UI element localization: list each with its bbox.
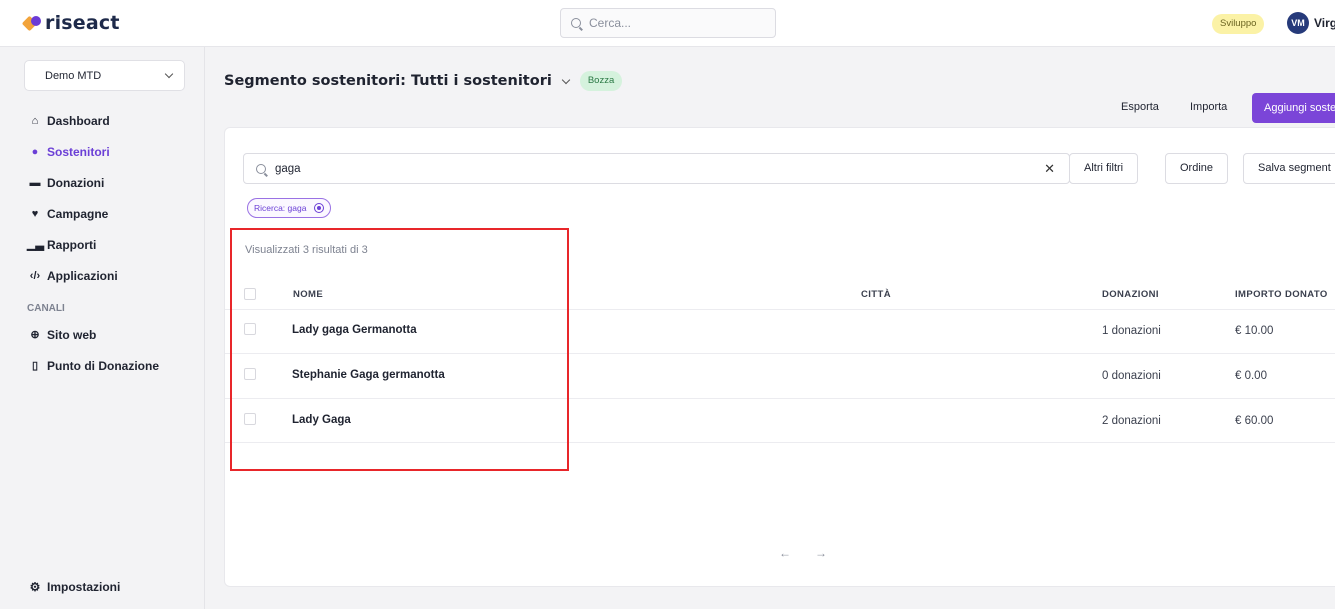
previous-page-button[interactable]: ←: [779, 546, 791, 560]
sidebar-item-campagne[interactable]: ♥ Campagne: [27, 198, 159, 229]
channels-section-label: CANALI: [27, 303, 65, 314]
supporter-amount: € 0.00: [1235, 370, 1267, 382]
sidebar-item-label: Dashboard: [47, 113, 110, 128]
sidebar-item-applicazioni[interactable]: ‹/› Applicazioni: [27, 260, 159, 291]
environment-badge: Sviluppo: [1212, 14, 1265, 34]
heart-icon: ♥: [31, 207, 39, 220]
organization-name: Demo MTD: [45, 69, 102, 82]
chart-icon: ▁▃: [27, 239, 44, 251]
chevron-down-icon: [164, 69, 174, 79]
globe-icon: ⊕: [30, 329, 40, 341]
sidebar-item-rapporti[interactable]: ▁▃ Rapporti: [27, 229, 159, 260]
export-button[interactable]: Esporta: [1121, 101, 1159, 113]
add-supporter-button[interactable]: Aggiungi soste: [1252, 93, 1335, 123]
logo-icon: [21, 14, 42, 32]
sort-button[interactable]: Ordine: [1165, 153, 1229, 184]
home-icon: ⌂: [31, 114, 39, 127]
gear-icon: ⚙: [29, 580, 41, 594]
user-icon: ●: [31, 145, 39, 158]
import-button[interactable]: Importa: [1190, 101, 1227, 113]
supporter-donations: 2 donazioni: [1102, 415, 1161, 427]
supporter-amount: € 10.00: [1235, 325, 1274, 337]
active-filter-chip[interactable]: Ricerca: gaga: [247, 198, 332, 218]
sidebar-nav: ⌂ Dashboard ● Sostenitori ▬ Donazioni ♥ …: [27, 105, 159, 381]
highlight-annotation-box: [230, 228, 569, 471]
close-icon[interactable]: ✕: [1044, 161, 1055, 177]
sidebar-item-label: Punto di Donazione: [47, 358, 159, 373]
column-header-donations[interactable]: DONAZIONI: [1102, 289, 1159, 300]
search-placeholder: Cerca...: [589, 16, 632, 30]
column-header-amount[interactable]: IMPORTO DONATO: [1235, 289, 1328, 300]
organization-selector[interactable]: Demo MTD: [24, 60, 185, 91]
chevron-down-icon[interactable]: [561, 75, 571, 84]
supporter-amount: € 60.00: [1235, 415, 1274, 427]
sidebar-item-label: Sostenitori: [47, 144, 110, 159]
remove-filter-icon[interactable]: [314, 203, 325, 213]
status-badge: Bozza: [579, 71, 623, 91]
code-icon: ‹/›: [29, 269, 41, 282]
logo-text: riseact: [45, 12, 120, 34]
more-filters-button[interactable]: Altri filtri: [1069, 153, 1139, 184]
search-input[interactable]: gaga ✕: [243, 153, 1070, 184]
global-search-input[interactable]: Cerca...: [560, 8, 776, 38]
sidebar-item-sito-web[interactable]: ⊕ Sito web: [27, 319, 159, 350]
avatar[interactable]: VM: [1287, 12, 1309, 34]
top-bar: riseact Cerca... Sviluppo VM Virg: [0, 0, 1335, 47]
sidebar-item-dashboard[interactable]: ⌂ Dashboard: [27, 105, 159, 136]
search-icon: [571, 18, 581, 28]
sidebar: Demo MTD ⌂ Dashboard ● Sostenitori ▬ Don…: [0, 47, 205, 609]
next-page-button[interactable]: →: [815, 546, 827, 560]
segment-title[interactable]: Segmento sostenitori: Tutti i sostenitor…: [224, 73, 552, 89]
user-name[interactable]: Virg: [1314, 16, 1335, 30]
sidebar-item-label: Applicazioni: [47, 268, 118, 283]
sidebar-item-label: Sito web: [47, 327, 97, 342]
sidebar-item-label: Impostazioni: [47, 580, 121, 594]
sidebar-item-label: Campagne: [47, 206, 109, 221]
sidebar-item-sostenitori[interactable]: ● Sostenitori: [27, 136, 159, 167]
tablet-icon: ▯: [31, 360, 39, 372]
page-title: Segmento sostenitori: Tutti i sostenitor…: [224, 71, 623, 91]
search-icon: [256, 163, 266, 174]
sidebar-item-impostazioni[interactable]: ⚙ Impostazioni: [27, 580, 121, 594]
save-segment-button[interactable]: Salva segment: [1243, 153, 1335, 184]
sidebar-item-donazioni[interactable]: ▬ Donazioni: [27, 167, 159, 198]
credit-card-icon: ▬: [29, 176, 41, 189]
riseact-logo[interactable]: riseact: [21, 11, 120, 35]
chip-label: Ricerca: gaga: [254, 203, 307, 213]
sidebar-item-label: Rapporti: [47, 237, 97, 252]
sidebar-item-punto-di-donazione[interactable]: ▯ Punto di Donazione: [27, 350, 159, 381]
supporter-donations: 0 donazioni: [1102, 370, 1161, 382]
sidebar-item-label: Donazioni: [47, 175, 105, 190]
supporter-donations: 1 donazioni: [1102, 325, 1161, 337]
column-header-city[interactable]: CITTÀ: [861, 289, 891, 300]
search-value: gaga: [275, 162, 301, 175]
